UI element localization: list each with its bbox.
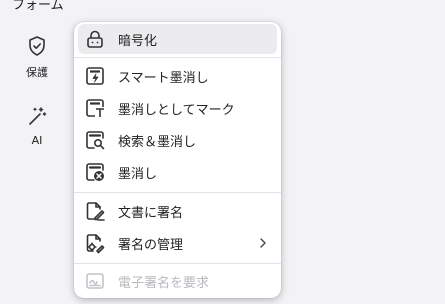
menu-item-redact[interactable]: 墨消し	[78, 157, 277, 187]
lock-icon	[87, 30, 103, 48]
menu-item-search-redact[interactable]: 検索＆墨消し	[78, 125, 277, 155]
menu-item-smart-redact-label: スマート墨消し	[118, 70, 209, 86]
menu-item-manage-signatures[interactable]: 署名の管理	[78, 228, 277, 258]
menu-item-mark-for-redaction[interactable]: 墨消しとしてマーク	[78, 93, 277, 123]
menu-item-smart-redact[interactable]: スマート墨消し	[78, 61, 277, 91]
sidebar-item-ai-label: AI	[31, 134, 43, 147]
magic-wand-icon	[29, 107, 47, 125]
menu-item-encrypt-label: 暗号化	[118, 33, 158, 49]
smart-redact-icon	[86, 67, 104, 85]
sidebar-item-form-label[interactable]: フォーム	[12, 0, 64, 13]
sidebar-item-protect-label: 保護	[26, 66, 48, 79]
menu-divider	[74, 57, 281, 58]
manage-signatures-icon	[86, 234, 105, 254]
menu-item-encrypt[interactable]: 暗号化	[78, 24, 277, 54]
menu-divider	[74, 263, 281, 264]
chevron-right-icon	[260, 238, 266, 248]
menu-item-sign-document-label: 文書に署名	[118, 205, 184, 221]
sidebar-item-ai[interactable]: AI	[0, 104, 74, 147]
mark-redact-icon	[86, 99, 104, 117]
sign-document-icon	[86, 202, 105, 221]
shield-check-icon	[29, 36, 45, 56]
menu-item-manage-signatures-label: 署名の管理	[118, 237, 184, 253]
left-sidebar: フォーム 保護 AI	[0, 0, 74, 304]
request-esign-icon	[86, 273, 104, 289]
sidebar-item-protect[interactable]: 保護	[0, 34, 74, 80]
menu-divider	[74, 192, 281, 193]
menu-item-request-esignature[interactable]: 電子署名を要求	[78, 266, 277, 296]
protect-dropdown-menu: 暗号化 スマート墨消し 墨消しとしてマーク 検索＆墨消し 墨消し 文書に署名 署…	[74, 22, 281, 298]
menu-item-redact-label: 墨消し	[118, 166, 158, 182]
menu-item-mark-for-redaction-label: 墨消しとしてマーク	[118, 102, 235, 118]
menu-item-request-esignature-label: 電子署名を要求	[118, 275, 210, 291]
menu-item-sign-document[interactable]: 文書に署名	[78, 196, 277, 226]
search-redact-icon	[86, 131, 105, 150]
redact-icon	[86, 163, 104, 181]
menu-item-search-redact-label: 検索＆墨消し	[118, 134, 197, 150]
